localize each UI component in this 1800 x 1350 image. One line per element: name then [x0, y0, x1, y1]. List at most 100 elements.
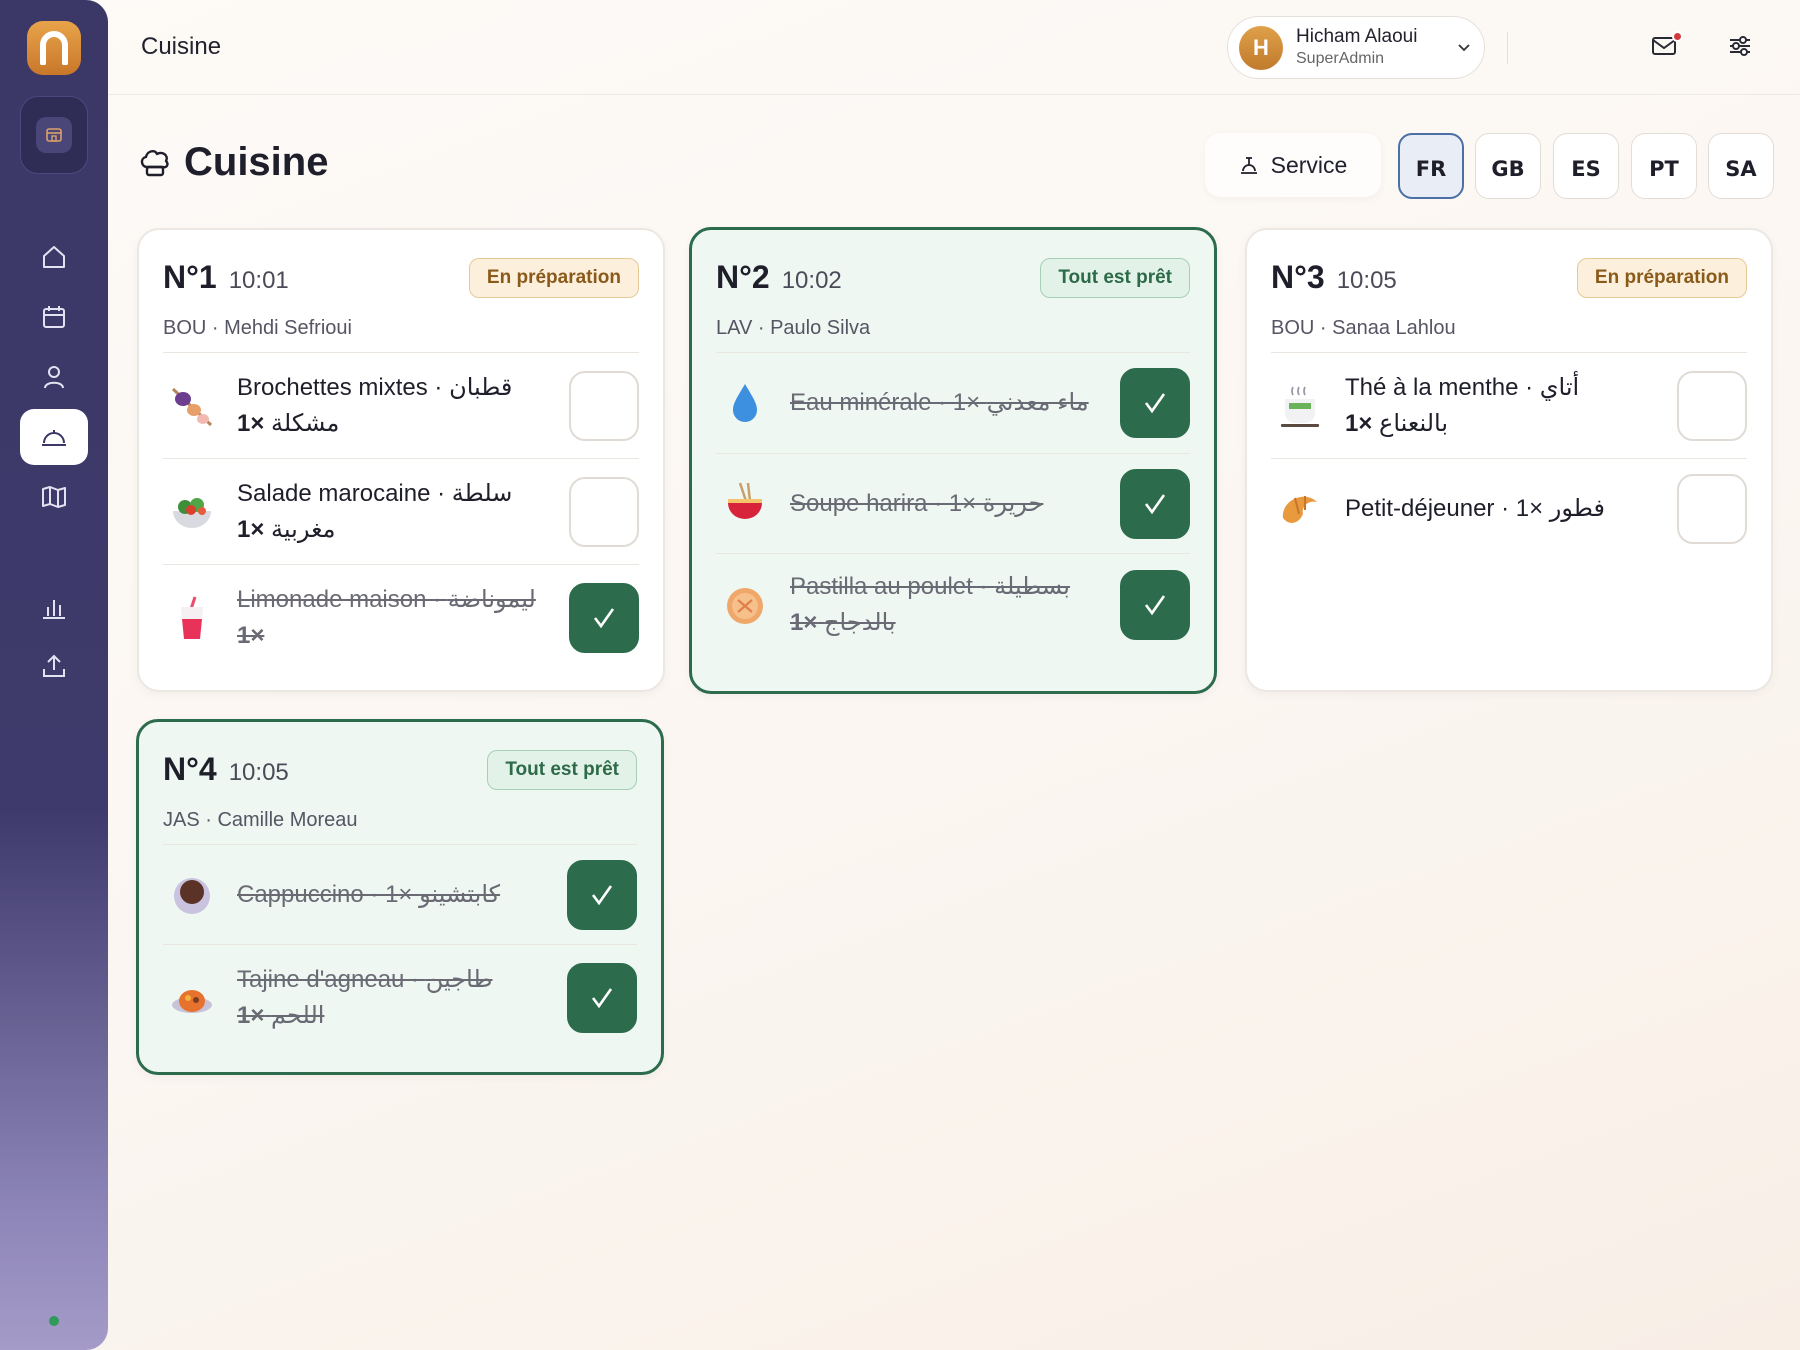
messages-button[interactable] — [1650, 31, 1683, 62]
order-card-3: N°3 10:05 En préparation BOU · Sanaa Lah… — [1245, 228, 1773, 692]
lang-button-sa[interactable]: SA — [1708, 133, 1774, 199]
user-name: Hicham Alaoui — [1296, 26, 1418, 47]
drink-cup-icon — [163, 589, 221, 647]
item-done-checkbox[interactable] — [569, 370, 639, 441]
order-item: Soupe harira · 1× حريرة — [716, 454, 1190, 554]
nav-kitchen[interactable] — [20, 409, 88, 465]
status-badge: Tout est prêt — [487, 750, 637, 790]
calendar-icon — [43, 306, 65, 328]
item-done-checkbox[interactable] — [1677, 474, 1747, 544]
item-qty: 1× — [237, 1002, 265, 1029]
item-name: Petit-déjeuner · 1× فطور — [1345, 495, 1605, 522]
checkmark-icon — [1144, 595, 1166, 616]
nav-stats[interactable] — [20, 580, 88, 636]
item-name: Salade marocaine · سلطة — [237, 479, 513, 507]
user-role: SuperAdmin — [1296, 50, 1385, 67]
checkmark-icon — [591, 884, 613, 905]
checkmark-icon — [1144, 393, 1166, 414]
order-table: BOU · Sanaa Lahlou — [1271, 317, 1456, 339]
pastilla-icon — [716, 576, 774, 634]
order-item: Petit-déjeuner · 1× فطور — [1271, 459, 1747, 559]
lang-button-fr[interactable]: FR — [1398, 133, 1464, 199]
item-done-checkbox[interactable] — [1120, 468, 1190, 539]
order-item: Pastilla au poulet · بسطيلة 1× بالدجاج — [716, 554, 1190, 656]
status-badge: En préparation — [1576, 258, 1747, 298]
lang-button-pt[interactable]: PT — [1631, 133, 1697, 199]
order-number: N°1 — [163, 259, 217, 295]
order-table: LAV · Paulo Silva — [716, 317, 871, 339]
sidebar — [0, 0, 108, 1350]
order-item: Brochettes mixtes · قطبان 1× مشكلة — [163, 353, 639, 459]
order-number: N°3 — [1271, 259, 1325, 295]
order-item: Thé à la menthe · أتاي 1× بالنعناع — [1271, 353, 1747, 459]
order-time: 10:05 — [1336, 267, 1397, 294]
tajine-icon — [163, 969, 221, 1027]
store-switch-button[interactable] — [20, 96, 88, 174]
user-icon — [44, 366, 64, 389]
order-time: 10:01 — [228, 267, 289, 294]
item-done-checkbox[interactable] — [1120, 368, 1190, 438]
online-status-dot — [49, 1316, 59, 1326]
item-name: Eau minérale · 1× ماء معدني — [790, 389, 1089, 416]
status-badge: Tout est prêt — [1040, 258, 1190, 298]
nav-calendar[interactable] — [20, 289, 88, 345]
nav-menu-book[interactable] — [20, 469, 88, 525]
item-qty: 1× — [1345, 409, 1373, 437]
notification-dot — [1672, 31, 1683, 42]
order-card-4: N°4 10:05 Tout est prêt JAS · Camille Mo… — [136, 719, 664, 1075]
status-badge: En préparation — [468, 258, 639, 298]
item-name-cont: بالدجاج — [817, 609, 896, 636]
lang-button-gb[interactable]: GB — [1475, 133, 1541, 199]
order-item: Tajine d'agneau · طاجين 1× اللحم — [163, 945, 637, 1051]
item-done-checkbox[interactable] — [567, 859, 637, 930]
page-heading: Cuisine — [138, 140, 328, 185]
tea-cup-icon — [1271, 377, 1329, 435]
order-card-2: N°2 10:02 Tout est prêt LAV · Paulo Silv… — [689, 227, 1217, 694]
header-divider — [1507, 32, 1508, 64]
nav-export[interactable] — [20, 638, 88, 694]
cloche-icon — [42, 430, 66, 446]
croissant-icon — [1271, 480, 1329, 538]
lang-button-es[interactable]: ES — [1553, 133, 1619, 199]
store-icon — [46, 128, 62, 142]
item-qty: 1× — [237, 622, 265, 649]
item-name: Cappuccino · 1× كابتشينو — [237, 880, 501, 908]
item-done-checkbox[interactable] — [1120, 570, 1190, 640]
service-button[interactable]: Service — [1205, 133, 1381, 197]
order-number: N°2 — [716, 259, 770, 295]
bar-chart-icon — [43, 600, 65, 619]
order-number: N°4 — [163, 751, 217, 787]
checkmark-icon — [593, 608, 615, 629]
item-name: Brochettes mixtes · قطبان — [237, 373, 513, 401]
item-done-checkbox[interactable] — [567, 963, 637, 1033]
filters-button[interactable] — [1726, 34, 1756, 62]
item-name: Limonade maison · ليموناضة — [237, 586, 536, 613]
checkmark-icon — [1144, 493, 1166, 514]
item-done-checkbox[interactable] — [1677, 370, 1747, 441]
checkmark-icon — [591, 988, 613, 1009]
order-item: Salade marocaine · سلطة 1× مغربية — [163, 459, 639, 565]
item-name-cont: بالنعناع — [1372, 409, 1449, 437]
water-drop-icon — [716, 374, 774, 432]
item-name: Pastilla au poulet · بسطيلة — [790, 573, 1070, 600]
order-table: BOU · Mehdi Sefrioui — [163, 317, 352, 339]
item-done-checkbox[interactable] — [569, 583, 639, 653]
chef-hat-icon — [140, 149, 169, 176]
item-name: Tajine d'agneau · طاجين — [237, 966, 493, 993]
salad-icon — [163, 483, 221, 541]
item-done-checkbox[interactable] — [569, 476, 639, 547]
item-name-cont: مشكلة — [264, 409, 340, 437]
nav-users[interactable] — [20, 349, 88, 405]
item-name-cont: اللحم — [264, 1002, 325, 1029]
skewer-icon — [163, 377, 221, 435]
app-logo[interactable] — [27, 21, 81, 75]
user-menu[interactable]: H Hicham Alaoui SuperAdmin — [1227, 16, 1485, 79]
page-title: Cuisine — [184, 140, 329, 184]
sliders-icon — [1730, 36, 1750, 56]
nav-home[interactable] — [20, 229, 88, 285]
top-bar: Cuisine — [108, 0, 1800, 95]
item-name: Thé à la menthe · أتاي — [1345, 373, 1580, 401]
item-qty: 1× — [790, 609, 818, 636]
upload-icon — [43, 654, 65, 677]
bell-service-icon — [1240, 157, 1257, 174]
